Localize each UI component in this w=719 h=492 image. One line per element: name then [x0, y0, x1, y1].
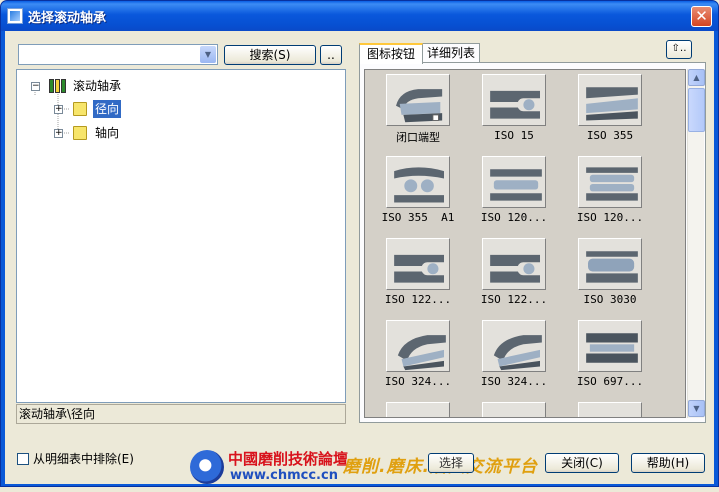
bearing-item[interactable]: ISO 120...	[461, 156, 557, 238]
bearing-item-label: ISO 120...	[480, 211, 548, 224]
bearing-double-icon[interactable]	[578, 156, 642, 208]
bearing-item-label: ISO 324...	[384, 375, 452, 388]
bearing-item-label: 闭口端型	[396, 131, 440, 144]
bearing-spherical-icon[interactable]	[386, 156, 450, 208]
browse-button[interactable]: ..	[320, 45, 342, 65]
tree-node-label: 滚动轴承	[73, 79, 122, 93]
bearing-item[interactable]: ISO 697...	[557, 320, 653, 402]
bearing-needle-icon[interactable]	[386, 320, 450, 372]
checkbox-label: 从明细表中排除(E)	[33, 452, 134, 466]
bearing-item-label: ISO 122...	[384, 293, 452, 306]
bearing-item-label: ISO 324...	[480, 375, 548, 388]
tree-node-axial[interactable]: + 轴向	[27, 124, 227, 142]
title-bar[interactable]: 选择滚动轴承 ✕	[1, 1, 718, 31]
search-input[interactable]	[21, 46, 199, 63]
expand-icon[interactable]: +	[54, 105, 63, 114]
bearing-item-label: ISO 120...	[576, 211, 644, 224]
folder-icon	[73, 126, 87, 140]
bearing-item[interactable]: ISO 122...	[461, 238, 557, 320]
bearing-taper-icon[interactable]	[578, 74, 642, 126]
close-window-button[interactable]: ✕	[691, 6, 712, 27]
tab-detail-list[interactable]: 详细列表	[422, 43, 480, 63]
tab-icon-buttons[interactable]: 图标按钮	[359, 43, 423, 64]
app-icon	[7, 8, 23, 24]
forum-watermark: 中國磨削技術論壇 www.chmcc.cn 磨削.磨床.磨具交流平台	[190, 448, 550, 492]
tree-node-root[interactable]: − 滚动轴承	[27, 77, 227, 95]
bearing-needle-icon[interactable]	[482, 320, 546, 372]
bearing-item-label: ISO 355	[586, 129, 634, 142]
tree-node-radial[interactable]: + 径向	[27, 100, 227, 118]
bearing-item-label: ISO 3030	[583, 293, 637, 306]
bearing-item[interactable]: ISO 324...	[365, 320, 461, 402]
checkbox-box[interactable]	[17, 453, 29, 465]
bearing-item-label: ISO 355 A1	[381, 211, 455, 224]
category-tree[interactable]: − 滚动轴承 + 径向 + 轴向	[16, 69, 346, 403]
bearing-item[interactable]: ISO 120...	[557, 156, 653, 238]
bearing-item[interactable]: 闭口端型	[365, 74, 461, 156]
bearing-item[interactable]: ISO 324...	[461, 320, 557, 402]
dialog-client: ▼ 搜索(S) .. − 滚动轴承 + 径向 + 轴向 滚动轴承\径向 图标按钮…	[5, 31, 714, 484]
dropdown-arrow-icon[interactable]: ▼	[200, 46, 216, 63]
bearing-item-partial[interactable]	[386, 402, 450, 417]
bearing-item-partial[interactable]	[482, 402, 546, 417]
bearing-item[interactable]: ISO 355 A1	[365, 156, 461, 238]
tab-panel: 闭口端型 ISO 15 ISO 355 ISO 355 A1 ISO 120... ISO…	[359, 62, 706, 423]
forum-logo-icon	[190, 450, 224, 484]
dialog-window: 选择滚动轴承 ✕ ▼ 搜索(S) .. − 滚动轴承 + 径向 + 轴向 滚动轴…	[0, 0, 719, 487]
bearing-grid[interactable]: 闭口端型 ISO 15 ISO 355 ISO 355 A1 ISO 120... ISO…	[364, 69, 686, 418]
vertical-scrollbar[interactable]: ▲ ▼	[687, 69, 705, 418]
select-button[interactable]: 选择	[428, 453, 474, 473]
selected-path: 滚动轴承\径向	[16, 404, 346, 424]
scroll-up-icon[interactable]: ▲	[688, 69, 705, 86]
up-level-button[interactable]: ⇧‥	[666, 40, 692, 59]
bearing-item[interactable]: ISO 122...	[365, 238, 461, 320]
bearing-item[interactable]: ISO 355	[557, 74, 653, 156]
help-button[interactable]: 帮助(H)	[631, 453, 705, 473]
bearing-sealed-icon[interactable]	[386, 74, 450, 126]
tree-node-label: 径向	[93, 100, 122, 118]
bearing-cylindrical-icon[interactable]	[482, 156, 546, 208]
search-combobox[interactable]: ▼	[18, 44, 218, 65]
bearing-item-partial[interactable]	[578, 402, 642, 417]
bearing-item-label: ISO 122...	[480, 293, 548, 306]
bearing-item-label: ISO 15	[494, 129, 534, 142]
watermark-title: 中國磨削技術論壇	[228, 450, 349, 468]
bearing-groove-icon[interactable]	[482, 74, 546, 126]
bearing-groove-icon[interactable]	[482, 238, 546, 290]
scroll-down-icon[interactable]: ▼	[688, 400, 705, 417]
bearing-item-label: ISO 697...	[576, 375, 644, 388]
books-icon	[49, 78, 67, 94]
bearing-roller-icon[interactable]	[578, 238, 642, 290]
window-title: 选择滚动轴承	[28, 11, 107, 26]
bearing-flat-icon[interactable]	[578, 320, 642, 372]
bearing-item[interactable]: ISO 15	[461, 74, 557, 156]
folder-icon	[73, 102, 87, 116]
search-button[interactable]: 搜索(S)	[224, 45, 316, 65]
expand-icon[interactable]: +	[54, 129, 63, 138]
tree-node-label: 轴向	[95, 126, 120, 140]
bearing-item[interactable]: ISO 3030	[557, 238, 653, 320]
watermark-url: www.chmcc.cn	[230, 468, 338, 483]
bearing-groove-icon[interactable]	[386, 238, 450, 290]
scroll-thumb[interactable]	[688, 88, 705, 132]
close-button[interactable]: 关闭(C)	[545, 453, 619, 473]
collapse-icon[interactable]: −	[31, 82, 40, 91]
